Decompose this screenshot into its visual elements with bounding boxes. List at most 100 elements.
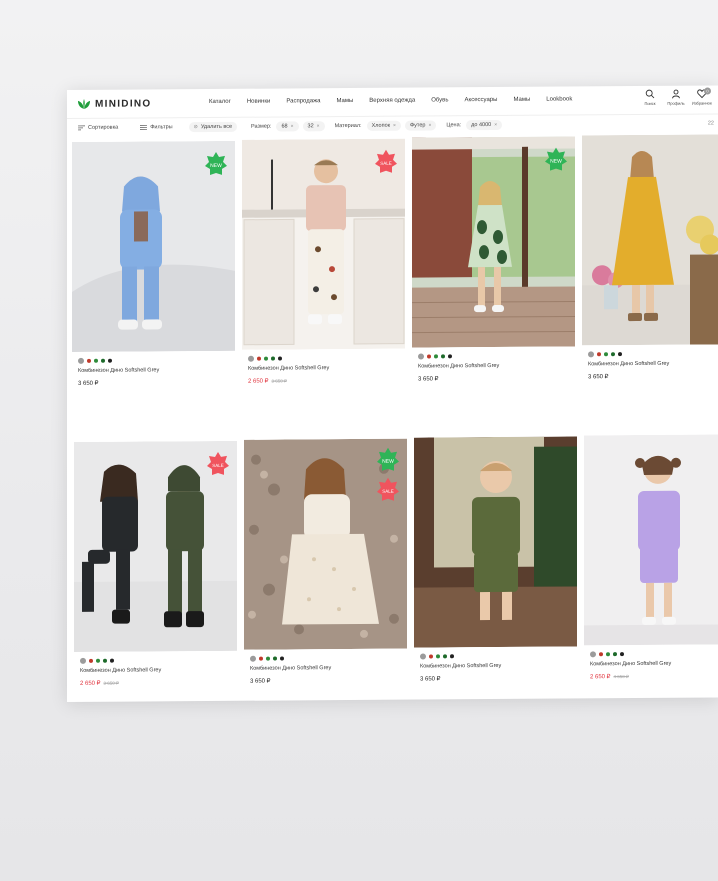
- swatch-green[interactable]: [604, 352, 608, 357]
- swatch-red[interactable]: [89, 658, 93, 663]
- swatch-black[interactable]: [280, 656, 284, 661]
- filters-button[interactable]: Фильтры: [140, 124, 173, 130]
- swatch-green[interactable]: [96, 658, 100, 663]
- swatch-grey[interactable]: [590, 651, 596, 658]
- swatch-black[interactable]: [450, 654, 454, 659]
- product-name[interactable]: Комбинезон Дино Softshell Grey: [78, 367, 159, 374]
- svg-text:SALE: SALE: [382, 489, 394, 494]
- nav-item-outerwear[interactable]: Верхняя одежда: [369, 98, 415, 104]
- sort-button[interactable]: Сортировка: [78, 125, 118, 131]
- remove-icon[interactable]: ×: [494, 122, 497, 128]
- swatch-dark-green[interactable]: [271, 356, 275, 361]
- product-photo[interactable]: [584, 434, 718, 646]
- mustard-dress-photo: [582, 134, 718, 346]
- nav-item-catalog[interactable]: Каталог: [209, 99, 231, 105]
- swatch-red[interactable]: [429, 654, 433, 659]
- nav-item-accessories[interactable]: Аксессуары: [465, 97, 498, 103]
- nav-item-moms[interactable]: Мамы: [336, 98, 353, 104]
- product-name[interactable]: Комбинезон Дино Softshell Grey: [420, 663, 501, 670]
- old-price: 4 650 ₽: [613, 674, 629, 680]
- svg-text:NEW: NEW: [210, 163, 222, 169]
- product-card[interactable]: Комбинезон Дино Softshell Grey 2 650 ₽4 …: [584, 434, 718, 680]
- swatch-dark-green[interactable]: [613, 652, 617, 657]
- product-photo[interactable]: [582, 134, 718, 346]
- swatch-red[interactable]: [257, 356, 261, 361]
- product-card[interactable]: NEW SALE Комбинезон Дино Softshell Grey …: [244, 438, 407, 685]
- product-name[interactable]: Комбинезон Дино Softshell Grey: [248, 365, 329, 372]
- nav-item-shoes[interactable]: Обувь: [431, 97, 448, 103]
- search-icon: [645, 89, 655, 99]
- material-chip-cotton[interactable]: Хлопок ×: [366, 120, 401, 131]
- swatch-red[interactable]: [599, 652, 603, 657]
- favorites-button[interactable]: 0 Избранное: [692, 87, 712, 106]
- product-name[interactable]: Комбинезон Дино Softshell Grey: [80, 667, 161, 674]
- remove-icon[interactable]: ×: [393, 123, 396, 129]
- swatch-dark-green[interactable]: [441, 354, 445, 359]
- filter-bar: Сортировка Фильтры ⊘ Удалить все Размер:…: [67, 115, 718, 136]
- product-name[interactable]: Комбинезон Дино Softshell Grey: [588, 361, 669, 368]
- sale-sticker: SALE: [377, 477, 399, 503]
- product-photo[interactable]: [414, 436, 577, 648]
- profile-button[interactable]: Профиль: [666, 89, 686, 106]
- remove-icon[interactable]: ×: [317, 123, 320, 129]
- swatch-green[interactable]: [264, 356, 268, 361]
- swatch-black[interactable]: [620, 652, 624, 657]
- material-chip-footer[interactable]: Футер ×: [404, 120, 437, 131]
- product-name[interactable]: Комбинезон Дино Softshell Grey: [418, 363, 499, 370]
- swatch-dark-green[interactable]: [103, 658, 107, 663]
- swatch-grey[interactable]: [250, 655, 256, 662]
- clear-all-button[interactable]: ⊘ Удалить все: [188, 121, 238, 133]
- swatch-red[interactable]: [427, 354, 431, 359]
- product-card[interactable]: SALE Комбинезон Дино Softshell Grey 2 65…: [242, 138, 405, 385]
- product-card[interactable]: NEW Комбинезон Дино Softshell Grey 3 650…: [412, 136, 575, 383]
- swatch-green[interactable]: [266, 656, 270, 661]
- new-sticker: NEW: [377, 447, 399, 473]
- size-chip-68[interactable]: 68 ×: [276, 121, 299, 132]
- color-swatches: [588, 351, 622, 358]
- logo[interactable]: MINIDINO: [77, 97, 152, 110]
- nav-item-moms-2[interactable]: Мамы: [513, 97, 530, 103]
- price-value: 2 650 ₽: [590, 674, 611, 681]
- swatch-black[interactable]: [618, 352, 622, 357]
- nav-item-lookbook[interactable]: Lookbook: [546, 96, 572, 102]
- swatch-grey[interactable]: [80, 657, 86, 664]
- swatch-dark-green[interactable]: [611, 352, 615, 357]
- price-filter-label: Цена:: [446, 122, 462, 129]
- product-card[interactable]: NEW Комбинезон Дино Softshell Grey 3 650…: [72, 140, 235, 387]
- swatch-black[interactable]: [448, 354, 452, 359]
- product-card[interactable]: Комбинезон Дино Softshell Grey 3 650 ₽: [582, 134, 718, 380]
- size-chip-32[interactable]: 32 ×: [302, 121, 325, 132]
- swatch-green[interactable]: [436, 654, 440, 659]
- swatch-dark-green[interactable]: [273, 656, 277, 661]
- swatch-dark-green[interactable]: [443, 654, 447, 659]
- swatch-dark-green[interactable]: [101, 358, 105, 363]
- header-icons: Поиск Профиль 0 Избранное: [640, 87, 712, 106]
- nav-item-new[interactable]: Новинки: [247, 99, 271, 105]
- search-button[interactable]: Поиск: [640, 89, 660, 106]
- swatch-grey[interactable]: [78, 357, 84, 364]
- price-chip[interactable]: до 4000 ×: [466, 119, 503, 131]
- nav-item-sale[interactable]: Распродажа: [286, 98, 320, 104]
- swatch-green[interactable]: [606, 652, 610, 657]
- swatch-grey[interactable]: [418, 353, 424, 360]
- swatch-green[interactable]: [434, 354, 438, 359]
- swatch-grey[interactable]: [420, 653, 426, 660]
- swatch-red[interactable]: [259, 656, 263, 661]
- product-card[interactable]: Комбинезон Дино Softshell Grey 3 650 ₽: [414, 436, 577, 683]
- product-card[interactable]: SALE Комбинезон Дино Softshell Grey 2 65…: [74, 440, 237, 687]
- swatch-grey[interactable]: [248, 355, 254, 362]
- remove-icon[interactable]: ×: [291, 123, 294, 129]
- swatch-red[interactable]: [597, 352, 601, 357]
- swatch-black[interactable]: [110, 658, 114, 663]
- swatch-black[interactable]: [108, 358, 112, 363]
- color-swatches: [590, 651, 624, 658]
- product-name[interactable]: Комбинезон Дино Softshell Grey: [590, 661, 671, 668]
- material-filter-label: Материал:: [334, 122, 362, 130]
- swatch-grey[interactable]: [588, 351, 594, 358]
- remove-icon[interactable]: ×: [428, 122, 431, 128]
- swatch-green[interactable]: [94, 358, 98, 363]
- product-name[interactable]: Комбинезон Дино Softshell Grey: [250, 665, 331, 672]
- swatch-black[interactable]: [278, 356, 282, 361]
- color-swatches: [248, 355, 282, 362]
- swatch-red[interactable]: [87, 358, 91, 363]
